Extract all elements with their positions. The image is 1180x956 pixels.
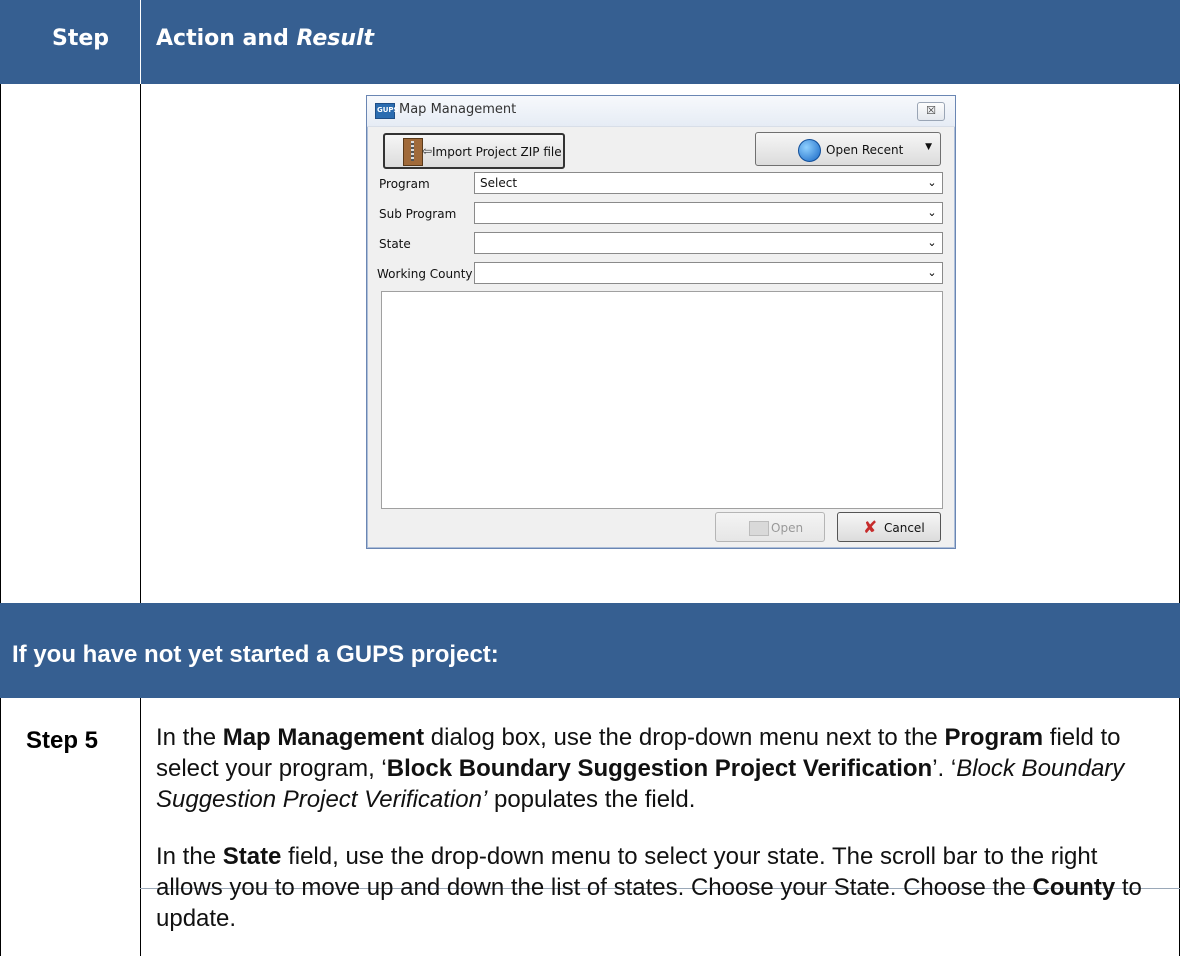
section-heading: If you have not yet started a GUPS proje… [12,641,499,668]
dialog-titlebar: GUPS Map Management ☒ [367,96,955,127]
chevron-down-icon[interactable]: ▼ [925,142,932,152]
close-button[interactable]: ☒ [917,102,945,121]
program-label: Program [379,177,430,191]
chevron-down-icon[interactable]: ⌄ [924,205,940,221]
import-button-label: Import Project ZIP file [432,145,562,159]
step-5-paragraph-1: In the Map Management dialog box, use th… [156,722,1161,815]
table-header-row: Step Action and Result [0,0,1180,84]
table-column-divider [140,84,141,603]
open-recent-button[interactable]: Open Recent ▼ [755,132,941,166]
table-border-left [0,698,1,956]
chevron-down-icon[interactable]: ⌄ [924,265,940,281]
arrow-icon: ⇦ [422,144,433,158]
text-run: populates the field. [487,786,696,813]
step-5-label: Step 5 [26,727,99,754]
state-label: State [379,237,411,251]
text-run: In the [156,724,223,751]
import-project-zip-button[interactable]: ⇦ Import Project ZIP file [383,133,565,169]
cancel-button-label: Cancel [884,521,925,535]
sub-program-select[interactable]: ⌄ [474,202,943,224]
cancel-button[interactable]: ✘ Cancel [837,512,941,542]
text-run: Block Boundary Suggestion Project Verifi… [386,755,933,782]
map-management-dialog: GUPS Map Management ☒ ⇦ Import Project Z… [366,95,956,549]
globe-recent-icon [798,139,821,162]
header-action: Action and Result [156,26,374,51]
open-button[interactable]: Open [715,512,825,542]
table-border-left [0,84,1,603]
working-county-label: Working County [377,267,473,281]
zip-file-icon [403,138,423,166]
sub-program-label: Sub Program [379,207,457,221]
text-run: State [222,843,282,870]
working-county-select[interactable]: ⌄ [474,262,943,284]
open-button-label: Open [771,521,804,535]
instruction-table: Step Action and Result GUPS Map Manageme… [0,0,1180,956]
project-list-panel[interactable] [381,291,943,509]
chevron-down-icon[interactable]: ⌄ [924,235,940,251]
text-run: County [1032,874,1116,901]
gups-app-icon: GUPS [375,103,399,119]
header-result-text: Result [296,26,375,51]
open-recent-label: Open Recent [826,143,904,157]
dialog-title: Map Management [399,102,517,117]
folder-icon [749,521,769,536]
program-value: Select [480,176,518,190]
text-run: ’. ‘ [932,755,957,782]
text-run: In the [156,843,223,870]
cancel-x-icon: ✘ [863,518,878,538]
header-step: Step [52,26,110,51]
text-run: field, use the drop-down menu to select … [156,843,1098,901]
program-select[interactable]: Select ⌄ [474,172,943,194]
text-run: dialog box, use the drop-down menu next … [424,724,945,751]
table-column-divider [140,698,141,956]
text-run: Map Management [222,724,425,751]
section-heading-row: If you have not yet started a GUPS proje… [0,603,1180,698]
text-run: Program [944,724,1044,751]
step-5-paragraph-2: In the State field, use the drop-down me… [156,841,1161,934]
chevron-down-icon[interactable]: ⌄ [924,175,940,191]
header-divider [140,0,141,84]
header-action-text: Action and [156,26,297,51]
state-select[interactable]: ⌄ [474,232,943,254]
